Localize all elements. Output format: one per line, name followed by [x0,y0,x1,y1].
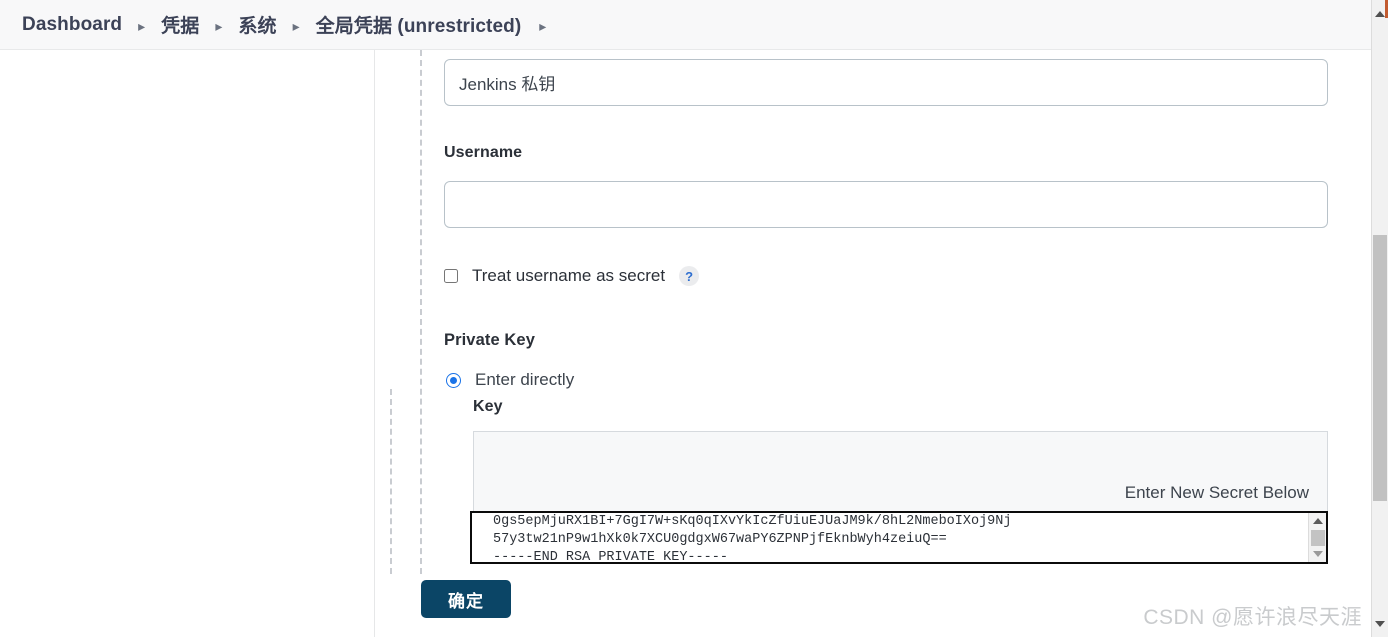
breadcrumb-separator-icon: ▸ [215,17,223,34]
form-nesting-guide-inner [390,389,392,574]
textarea-scroll-down-icon[interactable] [1309,546,1326,562]
submit-button[interactable]: 确定 [421,580,511,618]
enter-directly-label: Enter directly [475,370,575,389]
breadcrumb-separator-icon: ▸ [292,17,300,34]
treat-username-as-secret-checkbox[interactable] [444,269,458,283]
browser-scroll-thumb[interactable] [1373,235,1387,501]
credential-description-input[interactable] [444,59,1328,106]
csdn-watermark: CSDN @愿许浪尽天涯 [1143,606,1362,629]
private-key-heading: Private Key [444,331,535,349]
breadcrumb-item-system[interactable]: 系统 [238,11,276,38]
enter-directly-radio-row[interactable]: Enter directly [446,370,574,390]
username-label: Username [444,144,523,161]
breadcrumb-item-global-credentials[interactable]: 全局凭据 (unrestricted) [316,11,522,38]
form-nesting-guide-outer [420,50,422,574]
help-icon[interactable]: ? [679,266,700,286]
breadcrumb-item-dashboard[interactable]: Dashboard [22,14,122,36]
breadcrumb-dropdown-icon[interactable]: ▸ [539,19,546,33]
breadcrumb-separator-icon: ▸ [138,17,146,34]
breadcrumb: Dashboard ▸ 凭据 ▸ 系统 ▸ 全局凭据 (unrestricted… [0,0,1371,50]
jenkins-credential-page: Dashboard ▸ 凭据 ▸ 系统 ▸ 全局凭据 (unrestricted… [0,0,1388,637]
key-label: Key [473,398,503,415]
scroll-up-icon[interactable] [1372,5,1388,22]
enter-directly-radio[interactable] [446,372,461,388]
breadcrumb-item-credentials[interactable]: 凭据 [161,11,199,38]
credential-form: Username Treat username as secret ? Priv… [376,50,1371,637]
browser-scrollbar[interactable] [1371,0,1388,637]
private-key-text[interactable]: 0gs5epMjuRX1BI+7GgI7W+sKq0qIXvYkIcZfUiuE… [472,513,1280,562]
scroll-down-icon[interactable] [1372,615,1388,632]
enter-new-secret-below-text: Enter New Secret Below [1124,483,1309,502]
private-key-textarea[interactable]: 0gs5epMjuRX1BI+7GgI7W+sKq0qIXvYkIcZfUiuE… [470,511,1328,564]
radio-selected-dot [450,376,457,384]
textarea-scrollbar[interactable] [1308,513,1326,562]
textarea-scroll-thumb[interactable] [1311,530,1325,546]
treat-username-as-secret-row: Treat username as secret ? [444,266,700,286]
sidebar-rail [0,50,375,637]
textarea-scroll-up-icon[interactable] [1309,513,1326,529]
treat-username-as-secret-label: Treat username as secret [472,266,666,285]
username-input[interactable] [444,181,1328,228]
secret-panel: Enter New Secret Below [473,431,1328,516]
